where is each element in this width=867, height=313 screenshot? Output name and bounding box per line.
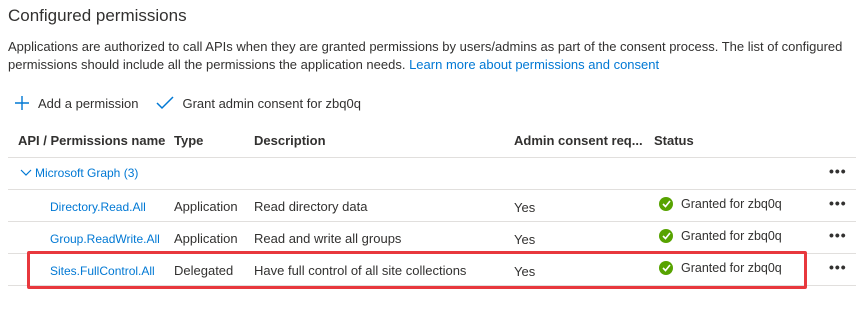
toolbar: Add a permission Grant admin consent for… <box>14 95 379 111</box>
granted-check-icon <box>659 229 673 243</box>
page-title: Configured permissions <box>8 6 187 25</box>
group-label[interactable]: Microsoft Graph (3) <box>35 166 138 180</box>
admin-consent-value: Yes <box>514 200 536 215</box>
status-text: Granted for zbq0q <box>681 229 782 243</box>
add-permission-label: Add a permission <box>38 95 139 111</box>
more-options-icon[interactable]: ••• <box>829 195 847 211</box>
status-text: Granted for zbq0q <box>681 197 782 211</box>
grant-admin-consent-label: Grant admin consent for zbq0q <box>182 95 361 111</box>
plus-icon <box>15 96 29 110</box>
permission-description: Read and write all groups <box>254 231 402 246</box>
permission-description: Read directory data <box>254 199 368 214</box>
more-options-icon[interactable]: ••• <box>829 227 847 243</box>
column-header-description[interactable]: Description <box>254 133 326 151</box>
chevron-down-icon <box>20 169 32 176</box>
permission-name-link[interactable]: Directory.Read.All <box>50 200 146 214</box>
grant-admin-consent-button[interactable]: Grant admin consent for zbq0q <box>156 96 361 111</box>
description-text: Applications are authorized to call APIs… <box>8 38 858 74</box>
row-divider <box>8 221 856 222</box>
checkmark-icon <box>156 96 174 110</box>
granted-check-icon <box>659 197 673 211</box>
row-divider <box>8 189 856 190</box>
column-header-type[interactable]: Type <box>174 133 203 151</box>
highlight-box <box>27 251 807 289</box>
status-badge: Granted for zbq0q <box>659 197 782 211</box>
learn-more-link[interactable]: Learn more about permissions and consent <box>409 57 659 72</box>
column-header-name[interactable]: API / Permissions name <box>18 133 165 151</box>
permission-type: Application <box>174 231 238 246</box>
column-header-status[interactable]: Status <box>654 133 694 151</box>
status-badge: Granted for zbq0q <box>659 229 782 243</box>
header-divider <box>8 157 856 158</box>
group-row-microsoft-graph[interactable]: Microsoft Graph (3) <box>20 166 138 180</box>
more-options-icon[interactable]: ••• <box>829 259 847 275</box>
column-header-admin-consent[interactable]: Admin consent req... <box>514 133 643 151</box>
permission-type: Application <box>174 199 238 214</box>
permission-name-link[interactable]: Group.ReadWrite.All <box>50 232 160 246</box>
admin-consent-value: Yes <box>514 232 536 247</box>
add-permission-button[interactable]: Add a permission <box>14 95 138 111</box>
more-options-icon[interactable]: ••• <box>829 163 847 179</box>
